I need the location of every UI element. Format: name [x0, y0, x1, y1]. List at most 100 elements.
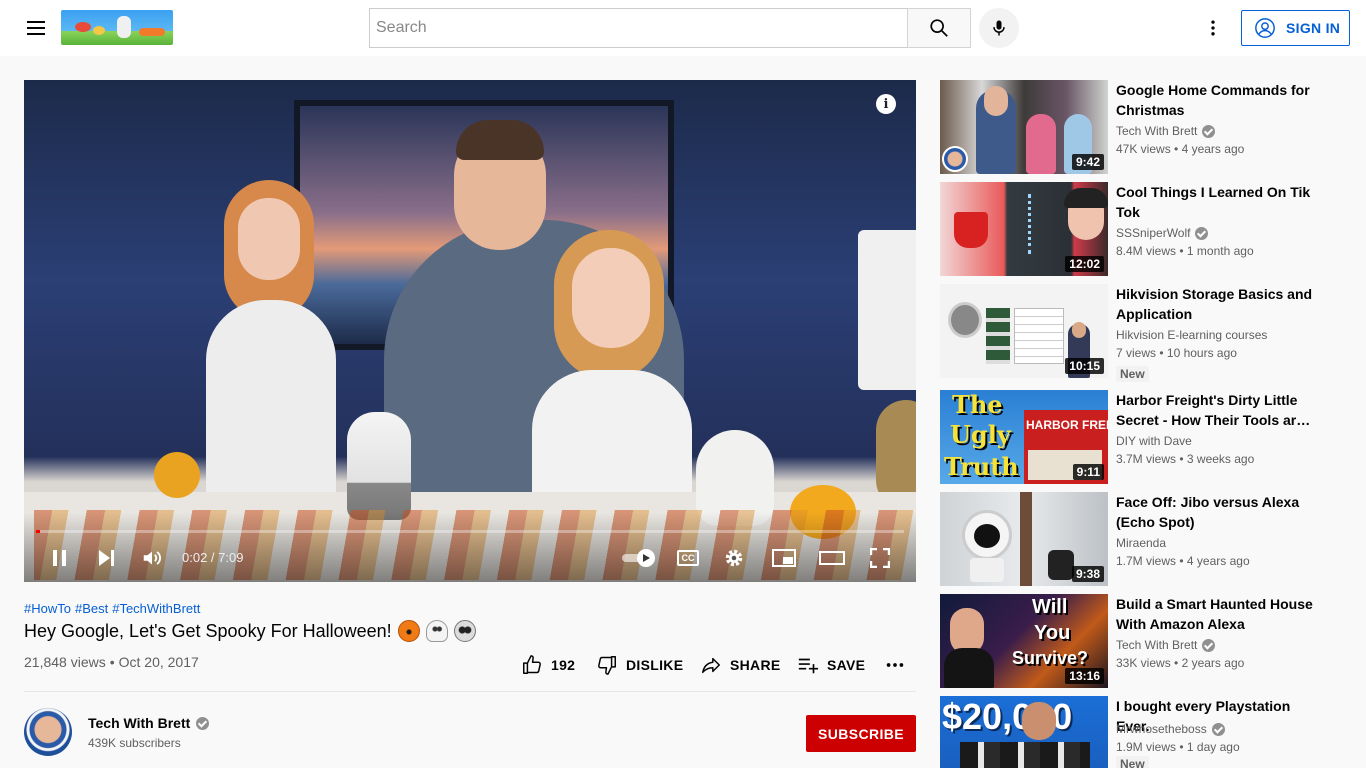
upload-date: Oct 20, 2017 [118, 654, 199, 670]
account-icon [1255, 18, 1275, 38]
recommendation-item[interactable]: 12:02 Cool Things I Learned On Tik Tok S… [940, 182, 1340, 276]
recommendation-title[interactable]: Hikvision Storage Basics and Application [1116, 284, 1316, 324]
recommendation-stats: 8.4M views • 1 month ago [1116, 244, 1254, 258]
channel-avatar-mini [942, 146, 968, 172]
verified-icon [196, 716, 210, 730]
hashtag-list: #HowTo #Best #TechWithBrett [24, 601, 200, 616]
video-player[interactable]: i 0:02 / 7:09 CC [24, 80, 916, 582]
recommendation-title[interactable]: Build a Smart Haunted House With Amazon … [1116, 594, 1316, 634]
video-frame-pumpkin [154, 452, 200, 498]
recommendation-title[interactable]: Cool Things I Learned On Tik Tok [1116, 182, 1316, 222]
hashtag-link[interactable]: #TechWithBrett [112, 601, 200, 616]
video-thumbnail[interactable]: HARBOR FREIGHT The Ugly Truth 9:11 [940, 390, 1108, 484]
thumb-text: The [952, 390, 1003, 419]
share-icon [702, 657, 720, 674]
thumb-text: Survive? [1012, 648, 1089, 668]
theater-mode-button[interactable] [816, 544, 848, 572]
verified-icon [1202, 638, 1216, 652]
recommendation-item[interactable]: $20,000 I bought every Playstation Ever.… [940, 696, 1340, 768]
recommendation-channel: Mrwhosetheboss [1116, 722, 1207, 736]
like-button[interactable]: 192 [521, 652, 575, 678]
thumbs-up-icon [523, 655, 541, 674]
recommendation-channel-row: DIY with Dave [1116, 434, 1192, 448]
video-title: Hey Google, Let's Get Spooky For Hallowe… [24, 620, 476, 642]
meta-separator: • [109, 654, 115, 670]
recommendation-channel: Hikvision E-learning courses [1116, 328, 1268, 342]
hashtag-link[interactable]: #Best [75, 601, 108, 616]
thumb-text: Truth [944, 452, 1019, 481]
channel-avatar[interactable] [24, 708, 72, 756]
recommendation-item[interactable]: HARBOR FREIGHT The Ugly Truth 9:11 Harbo… [940, 390, 1340, 484]
recommendation-stats: 7 views • 10 hours ago [1116, 346, 1237, 360]
recommendation-stats: 1.9M views • 1 day ago [1116, 740, 1240, 754]
pause-icon [53, 550, 66, 566]
recommendation-item[interactable]: 9:42 Google Home Commands for Christmas … [940, 80, 1340, 174]
skip-next-icon [99, 550, 114, 566]
menu-icon-line [27, 33, 45, 35]
recommendation-channel: DIY with Dave [1116, 434, 1192, 448]
sign-in-button[interactable]: SIGN IN [1241, 10, 1350, 46]
pause-button[interactable] [44, 544, 76, 572]
video-thumbnail[interactable]: 12:02 [940, 182, 1108, 276]
menu-icon-line [27, 21, 45, 23]
search-input[interactable] [370, 9, 908, 47]
guide-menu-button[interactable] [16, 8, 56, 48]
recommendation-channel: Tech With Brett [1116, 124, 1198, 138]
dislike-label: DISLIKE [626, 657, 684, 673]
video-frame-smart-speaker [347, 412, 411, 520]
verified-icon [1211, 722, 1225, 736]
video-thumbnail[interactable]: 10:15 [940, 284, 1108, 378]
video-thumbnail[interactable]: 9:42 [940, 80, 1108, 174]
recommendation-title[interactable]: Google Home Commands for Christmas [1116, 80, 1316, 120]
recommendation-title[interactable]: Harbor Freight's Dirty Little Secret - H… [1116, 390, 1316, 430]
recommendation-item[interactable]: 9:38 Face Off: Jibo versus Alexa (Echo S… [940, 492, 1340, 586]
video-thumbnail[interactable]: 9:38 [940, 492, 1108, 586]
mute-button[interactable] [136, 544, 168, 572]
recommendation-title[interactable]: Face Off: Jibo versus Alexa (Echo Spot) [1116, 492, 1316, 532]
subtitles-button[interactable]: CC [674, 544, 702, 572]
video-thumbnail[interactable]: $20,000 [940, 696, 1108, 768]
settings-more-button[interactable] [1193, 8, 1233, 48]
thumb-text: Will [1032, 596, 1068, 618]
closed-captions-icon: CC [677, 550, 699, 566]
search-button[interactable] [907, 8, 971, 48]
progress-bar[interactable] [36, 530, 904, 533]
playlist-add-icon [798, 658, 819, 674]
subscriber-count: 439K subscribers [88, 736, 181, 750]
share-button[interactable]: SHARE [700, 652, 781, 678]
recommendation-channel-row: Miraenda [1116, 536, 1166, 550]
recommendation-views: 1.7M views [1116, 554, 1177, 568]
video-frame-girl-face [238, 198, 300, 280]
channel-name[interactable]: Tech With Brett [88, 715, 190, 731]
dislike-button[interactable]: DISLIKE [596, 652, 683, 678]
share-label: SHARE [730, 657, 781, 673]
menu-icon-line [27, 27, 45, 29]
video-frame-toddler-face [572, 248, 650, 348]
recommendation-channel-row: SSSniperWolf [1116, 226, 1209, 240]
video-thumbnail[interactable]: Will You Survive? 13:16 [940, 594, 1108, 688]
new-badge: New [1116, 756, 1149, 768]
recommendation-channel: Miraenda [1116, 536, 1167, 550]
fullscreen-button[interactable] [864, 544, 896, 572]
subscribe-button[interactable]: SUBSCRIBE [806, 715, 916, 752]
autoplay-toggle[interactable] [618, 544, 658, 572]
like-count: 192 [551, 657, 576, 673]
recommendation-channel-row: Tech With Brett [1116, 638, 1216, 652]
hashtag-link[interactable]: #HowTo [24, 601, 71, 616]
miniplayer-button[interactable] [768, 544, 800, 572]
recommendation-views: 7 views [1116, 346, 1157, 360]
save-button[interactable]: SAVE [797, 652, 865, 678]
info-icon[interactable]: i [876, 94, 896, 114]
next-button[interactable] [90, 544, 122, 572]
recommendation-item[interactable]: Will You Survive? 13:16 Build a Smart Ha… [940, 594, 1340, 688]
channel-name-row[interactable]: Tech With Brett [88, 715, 210, 731]
recommendation-item[interactable]: 10:15 Hikvision Storage Basics and Appli… [940, 284, 1340, 382]
thumbs-down-icon [598, 656, 616, 675]
settings-button[interactable] [720, 544, 748, 572]
duration-badge: 12:02 [1065, 256, 1104, 272]
more-actions-button[interactable] [884, 652, 906, 678]
voice-search-button[interactable] [979, 8, 1019, 48]
recommendation-channel: SSSniperWolf [1116, 226, 1191, 240]
recommendation-age: 10 hours ago [1166, 346, 1237, 360]
doodle-logo[interactable] [61, 10, 173, 45]
